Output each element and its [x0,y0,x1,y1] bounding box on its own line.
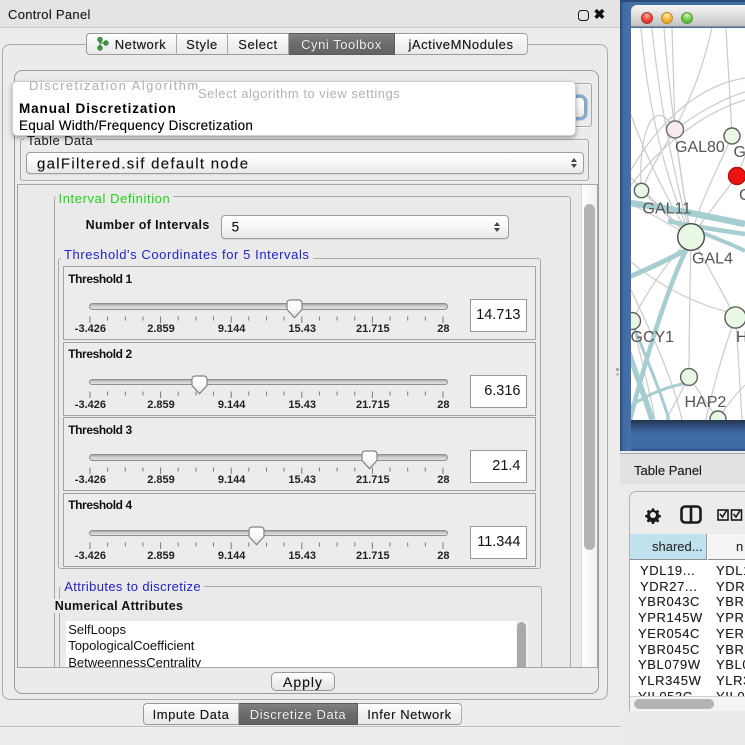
svg-text:HAP2: HAP2 [685,394,727,411]
svg-text:GAL80: GAL80 [675,139,725,156]
svg-text:GCY1: GCY1 [631,329,674,346]
svg-text:GAL4: GAL4 [692,251,733,268]
svg-text:CDC1: CDC1 [739,187,745,204]
svg-text:GAL11: GAL11 [643,201,692,218]
svg-text:HA: HA [736,329,745,346]
svg-text:GAL2: GAL2 [734,144,745,161]
